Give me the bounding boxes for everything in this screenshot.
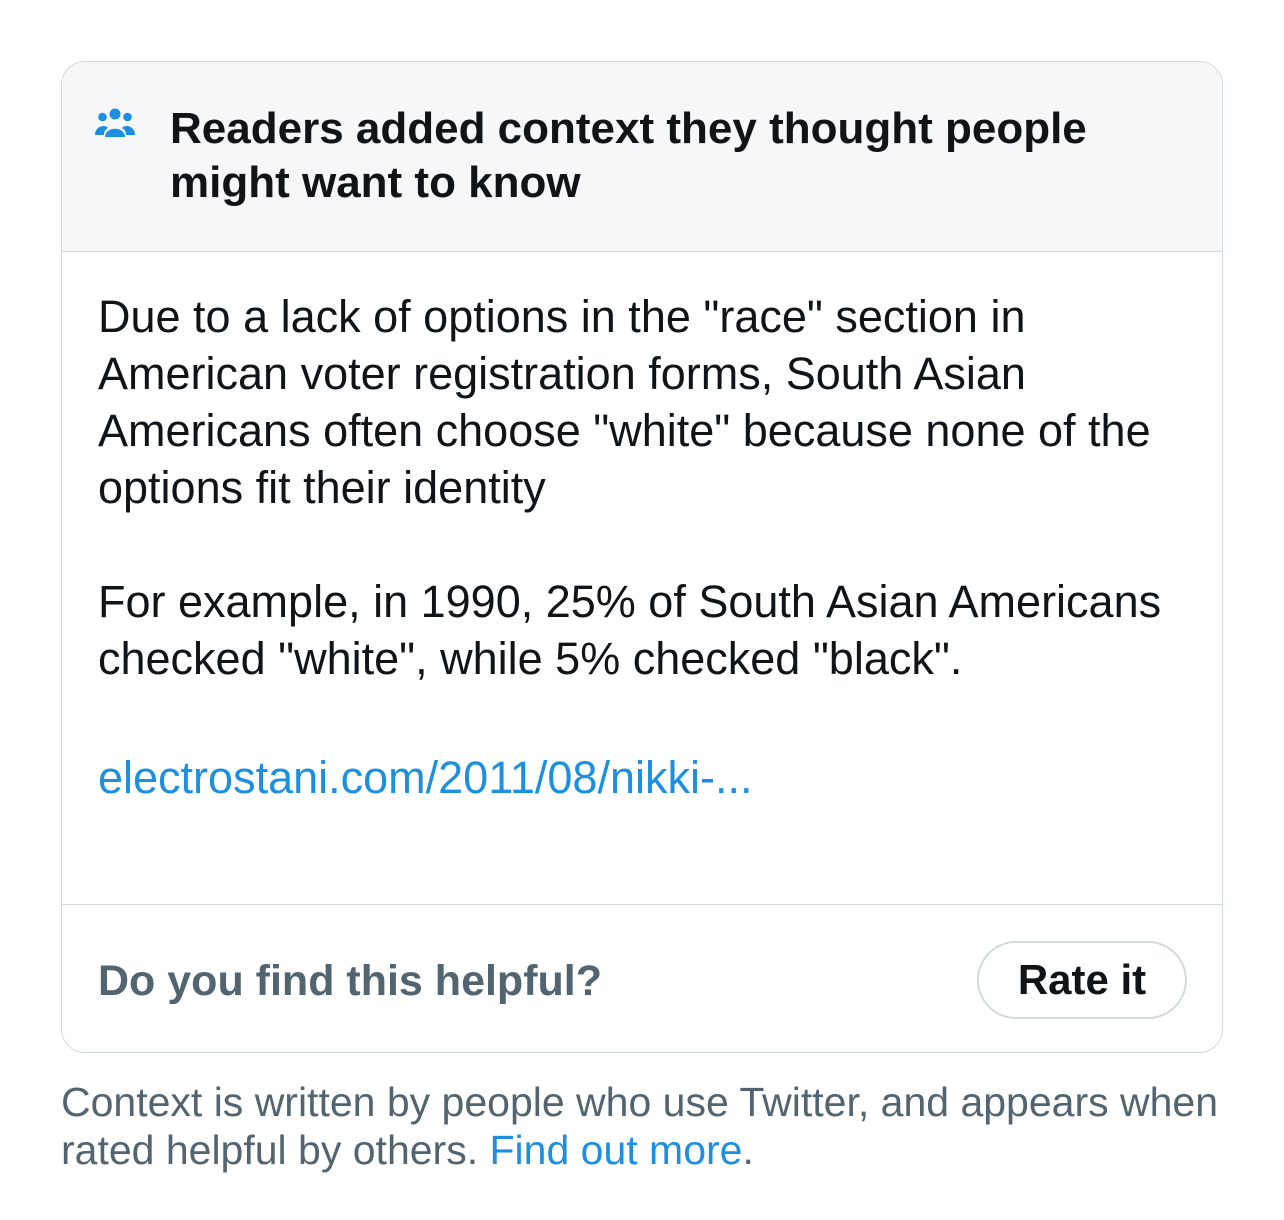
rate-it-button[interactable]: Rate it [977,941,1187,1019]
helpful-question: Do you find this helpful? [98,957,602,1005]
disclaimer-period: . [742,1127,754,1173]
note-body: Due to a lack of options in the "race" s… [98,288,1198,806]
note-header: Readers added context they thought peopl… [62,62,1222,252]
people-icon [95,107,135,143]
note-paragraph: For example, in 1990, 25% of South Asian… [98,576,1162,684]
notes-disclaimer: Context is written by people who use Twi… [61,1078,1241,1174]
community-note-card: Readers added context they thought peopl… [61,61,1223,1053]
note-paragraph: Due to a lack of options in the "race" s… [98,291,1151,513]
note-source-link[interactable]: electrostani.com/2011/08/nikki-... [98,749,1198,806]
note-footer: Do you find this helpful? Rate it [62,904,1222,1052]
find-out-more-link[interactable]: Find out more [490,1127,743,1173]
note-header-title: Readers added context they thought peopl… [170,104,1087,207]
